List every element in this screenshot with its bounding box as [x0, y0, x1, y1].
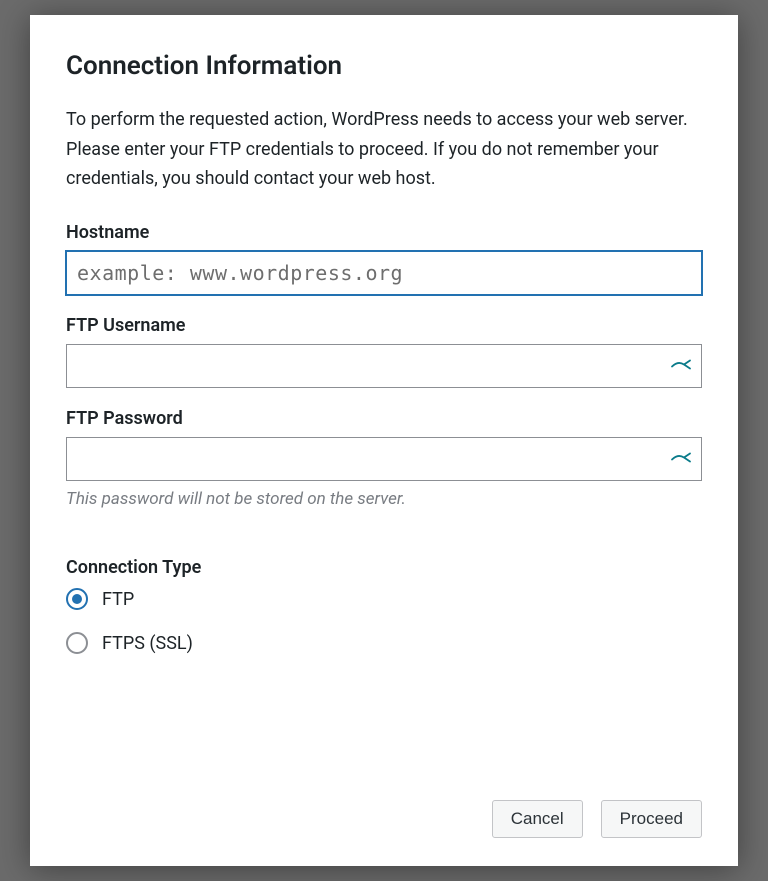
- modal-title: Connection Information: [66, 51, 702, 81]
- connection-info-modal: Connection Information To perform the re…: [30, 15, 738, 866]
- radio-icon: [66, 588, 88, 610]
- ftp-password-field-group: FTP Password This password will not be s…: [66, 408, 702, 509]
- hostname-input[interactable]: [66, 251, 702, 295]
- radio-icon: [66, 632, 88, 654]
- modal-description: To perform the requested action, WordPre…: [66, 105, 702, 194]
- radio-label: FTP: [102, 589, 134, 610]
- radio-label: FTPS (SSL): [102, 633, 193, 654]
- ftp-password-input[interactable]: [66, 437, 702, 481]
- ftp-username-field-group: FTP Username: [66, 315, 702, 388]
- ftp-username-label: FTP Username: [66, 315, 702, 336]
- modal-button-row: Cancel Proceed: [66, 800, 702, 838]
- connection-type-option-ftp[interactable]: FTP: [66, 588, 702, 610]
- cancel-button[interactable]: Cancel: [492, 800, 583, 838]
- connection-type-option-ftps[interactable]: FTPS (SSL): [66, 632, 702, 654]
- connection-type-label: Connection Type: [66, 557, 702, 578]
- ftp-username-input[interactable]: [66, 344, 702, 388]
- ftp-password-label: FTP Password: [66, 408, 702, 429]
- hostname-field-group: Hostname: [66, 222, 702, 295]
- password-hint: This password will not be stored on the …: [66, 489, 702, 509]
- proceed-button[interactable]: Proceed: [601, 800, 702, 838]
- hostname-label: Hostname: [66, 222, 702, 243]
